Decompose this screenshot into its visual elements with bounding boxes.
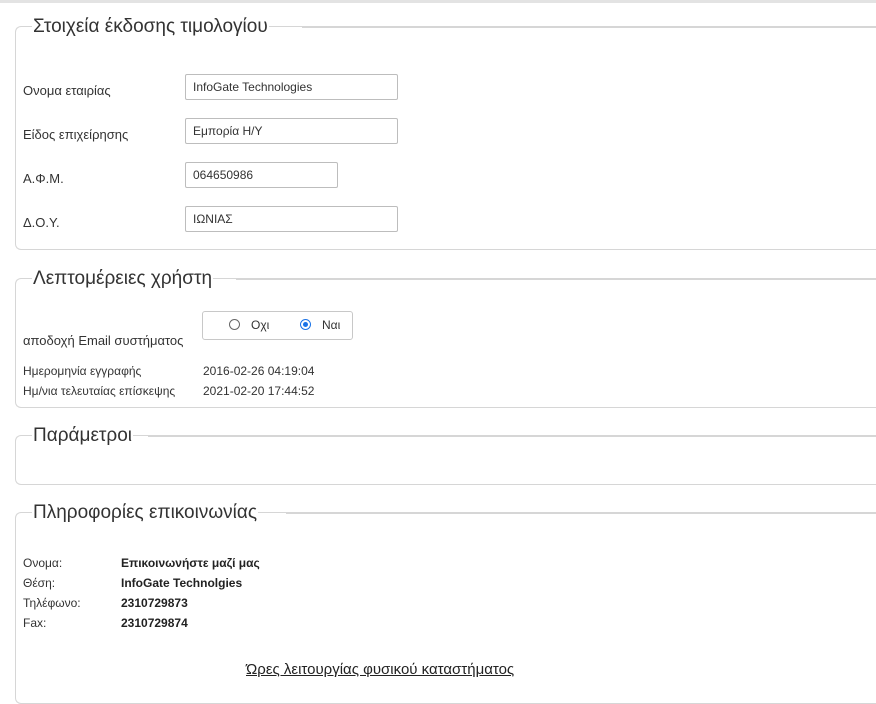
legend-line: [236, 279, 876, 280]
registration-date-value: 2016-02-26 04:19:04: [203, 364, 315, 378]
contact-position-value: InfoGate Technolgies: [121, 576, 243, 590]
contact-position-label: Θέση:: [23, 576, 56, 590]
invoice-section-title: Στοιχεία έκδοσης τιμολογίου: [32, 16, 269, 38]
contact-name-label: Ονομα:: [23, 556, 63, 570]
user-section: Λεπτομέρειες χρήστη αποδοχή Email συστήμ…: [15, 268, 876, 408]
contact-phone-value: 2310729873: [121, 596, 188, 610]
business-type-input[interactable]: [185, 118, 398, 144]
last-visit-label: Ημ/νια τελευταίας επίσκεψης: [23, 384, 176, 398]
vat-number-input[interactable]: [185, 162, 338, 188]
contact-name-value: Επικοινωνήστε μαζί μας: [121, 556, 260, 570]
legend-line: [302, 27, 876, 28]
company-name-label: Ονομα εταιρίας: [23, 83, 111, 98]
parameters-section-title: Παράμετροι: [32, 425, 134, 447]
user-section-title: Λεπτομέρειες χρήστη: [32, 268, 214, 290]
vat-number-label: Α.Φ.Μ.: [23, 171, 64, 186]
contact-fax-label: Fax:: [23, 616, 47, 630]
tax-office-input[interactable]: [185, 206, 398, 232]
parameters-section: Παράμετροι: [15, 425, 876, 485]
legend-line: [286, 513, 876, 514]
radio-yes-label[interactable]: Ναι: [322, 318, 340, 332]
system-email-label: αποδοχή Email συστήματος: [23, 333, 184, 348]
radio-yes[interactable]: [300, 319, 311, 330]
contact-section-title: Πληροφορίες επικοινωνίας: [32, 502, 259, 524]
invoice-section: Στοιχεία έκδοσης τιμολογίου Ονομα εταιρί…: [15, 16, 876, 250]
tax-office-label: Δ.Ο.Υ.: [23, 215, 60, 230]
last-visit-value: 2021-02-20 17:44:52: [203, 384, 315, 398]
radio-no[interactable]: [229, 319, 240, 330]
legend-line: [148, 436, 876, 437]
top-divider: [0, 0, 876, 3]
store-hours-link[interactable]: Ώρες λειτουργίας φυσικού καταστήματος: [246, 661, 514, 678]
company-name-input[interactable]: [185, 74, 398, 100]
registration-date-label: Ημερομηνία εγγραφής: [23, 364, 142, 378]
radio-no-label[interactable]: Οχι: [251, 318, 269, 332]
contact-phone-label: Τηλέφωνο:: [23, 596, 81, 610]
contact-section: Πληροφορίες επικοινωνίας Ονομα: Επικοινω…: [15, 502, 876, 704]
system-email-radio-group: Οχι Ναι: [202, 311, 353, 340]
contact-fax-value: 2310729874: [121, 616, 188, 630]
business-type-label: Είδος επιχείρησης: [23, 127, 129, 142]
